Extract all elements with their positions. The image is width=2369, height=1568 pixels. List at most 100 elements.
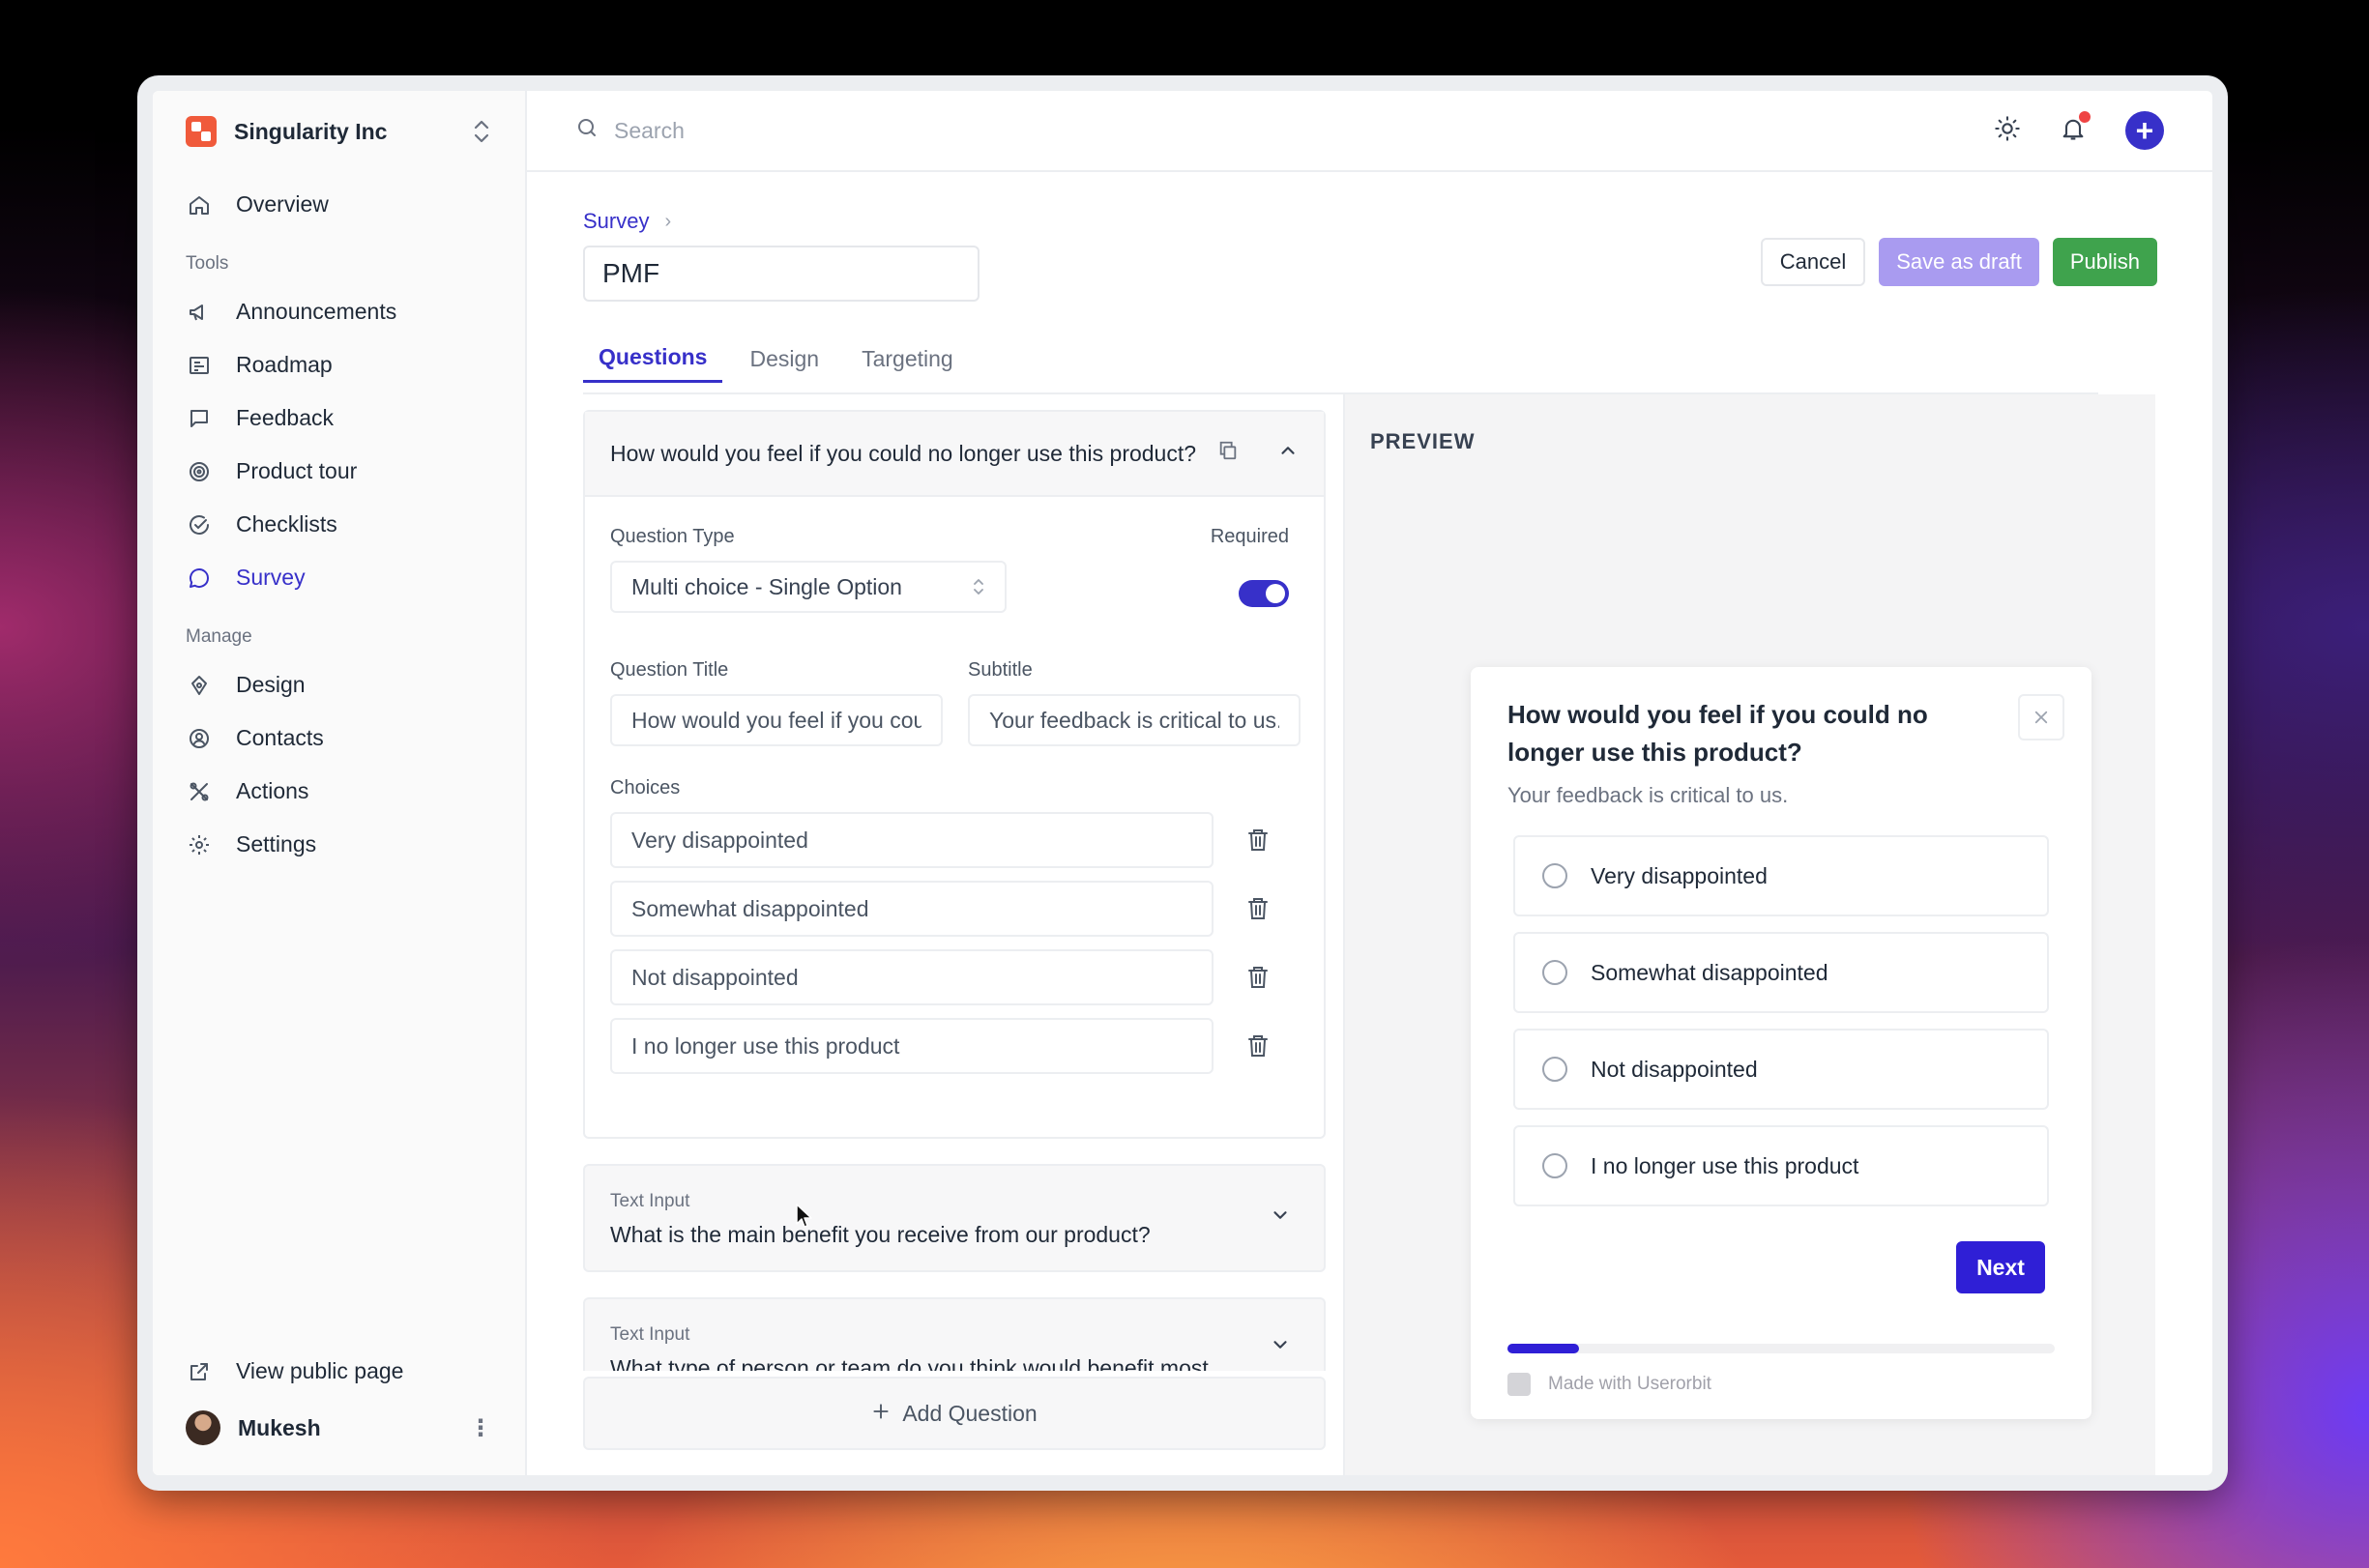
made-with-badge[interactable]: Made with Userorbit: [1507, 1373, 1711, 1396]
breadcrumb-survey-link[interactable]: Survey: [583, 209, 649, 234]
actions-icon: [186, 778, 213, 805]
trash-icon[interactable]: [1246, 1033, 1270, 1063]
sidebar-item-label: Feedback: [236, 405, 335, 430]
survey-option[interactable]: Not disappointed: [1513, 1029, 2049, 1110]
home-icon: [186, 191, 213, 218]
choice-input[interactable]: [610, 949, 1214, 1005]
app-window: Singularity Inc Overview Tools Announcem…: [137, 75, 2228, 1491]
trash-icon[interactable]: [1246, 896, 1270, 926]
question-card-collapsed[interactable]: Text Input What is the main benefit you …: [583, 1164, 1326, 1272]
made-with-text: Made with Userorbit: [1548, 1374, 1711, 1394]
sidebar-item-contacts[interactable]: Contacts: [186, 711, 525, 765]
sidebar-item-settings[interactable]: Settings: [186, 818, 525, 871]
radio-button[interactable]: [1542, 1057, 1567, 1082]
survey-title-input[interactable]: [583, 246, 980, 302]
radio-button[interactable]: [1542, 960, 1567, 985]
main-area: + Survey › Cancel Save as draft Publish …: [527, 91, 2212, 1475]
next-button[interactable]: Next: [1956, 1241, 2045, 1293]
survey-option-label: Not disappointed: [1591, 1056, 1758, 1082]
choice-input[interactable]: [610, 881, 1214, 937]
chat-icon: [186, 565, 213, 592]
org-switcher[interactable]: Singularity Inc: [186, 91, 525, 172]
message-icon: [186, 405, 213, 432]
paint-icon: [186, 672, 213, 699]
user-menu[interactable]: Mukesh ⋮: [186, 1398, 492, 1458]
question-title-text: What is the main benefit you receive fro…: [610, 1222, 1151, 1247]
radio-button[interactable]: [1542, 863, 1567, 888]
chevron-down-icon[interactable]: [1270, 1205, 1291, 1231]
sidebar-item-label: Product tour: [236, 458, 358, 483]
sidebar: Singularity Inc Overview Tools Announcem…: [153, 91, 527, 1475]
external-link-icon: [186, 1358, 213, 1385]
sidebar-item-roadmap[interactable]: Roadmap: [186, 338, 525, 392]
search-input[interactable]: [614, 117, 1194, 144]
sidebar-item-actions[interactable]: Actions: [186, 765, 525, 818]
tab-targeting[interactable]: Targeting: [846, 334, 969, 383]
chevron-updown-icon: [474, 120, 489, 143]
bell-icon[interactable]: [2060, 110, 2091, 147]
sun-icon[interactable]: [1994, 115, 2021, 147]
question-type-tag: Text Input: [610, 1324, 690, 1345]
question-title-input[interactable]: [610, 694, 943, 746]
survey-progress-bar: [1507, 1344, 2055, 1353]
notification-dot: [2079, 110, 2091, 123]
radio-button[interactable]: [1542, 1153, 1567, 1178]
breadcrumb: Survey ›: [583, 209, 671, 234]
view-public-page-label: View public page: [236, 1358, 404, 1383]
roadmap-icon: [186, 352, 213, 379]
close-icon[interactable]: [2018, 694, 2064, 740]
sidebar-item-design[interactable]: Design: [186, 658, 525, 711]
chevron-right-icon: ›: [664, 210, 672, 232]
survey-option-label: Very disappointed: [1591, 862, 1768, 888]
topbar: +: [527, 91, 2212, 172]
survey-option[interactable]: Somewhat disappointed: [1513, 932, 2049, 1013]
add-question-button[interactable]: Add Question: [583, 1377, 1326, 1450]
sidebar-item-checklists[interactable]: Checklists: [186, 498, 525, 551]
sidebar-footer: View public page Mukesh ⋮: [186, 1345, 492, 1458]
chevron-up-icon[interactable]: [1277, 440, 1299, 467]
create-new-button[interactable]: +: [2125, 111, 2164, 150]
view-public-page-link[interactable]: View public page: [186, 1345, 492, 1398]
check-circle-icon: [186, 511, 213, 538]
tabs: Questions Design Targeting: [583, 334, 980, 383]
survey-option-label: Somewhat disappointed: [1591, 959, 1828, 985]
sidebar-item-label: Survey: [236, 565, 306, 590]
question-title-text: What type of person or team do you think…: [610, 1355, 1209, 1371]
tab-design[interactable]: Design: [734, 334, 834, 383]
question-card-header[interactable]: How would you feel if you could no longe…: [585, 412, 1324, 497]
survey-progress-fill: [1507, 1344, 1579, 1353]
chevron-updown-icon: [974, 579, 983, 595]
choice-input[interactable]: [610, 1018, 1214, 1074]
copy-icon[interactable]: [1217, 440, 1239, 467]
app: Singularity Inc Overview Tools Announcem…: [153, 91, 2212, 1475]
topbar-actions: +: [1994, 110, 2164, 150]
more-vertical-icon[interactable]: ⋮: [469, 1414, 492, 1442]
survey-option[interactable]: Very disappointed: [1513, 835, 2049, 916]
tab-questions[interactable]: Questions: [583, 334, 723, 383]
trash-icon[interactable]: [1246, 965, 1270, 995]
sidebar-item-label: Roadmap: [236, 352, 333, 377]
survey-option[interactable]: I no longer use this product: [1513, 1125, 2049, 1206]
sidebar-item-label: Actions: [236, 778, 309, 803]
preview-label: PREVIEW: [1370, 429, 1476, 453]
save-as-draft-button[interactable]: Save as draft: [1879, 238, 2039, 286]
subtitle-input[interactable]: [968, 694, 1301, 746]
sidebar-item-product-tour[interactable]: Product tour: [186, 445, 525, 498]
publish-button[interactable]: Publish: [2052, 238, 2157, 286]
question-card-collapsed[interactable]: Text Input What type of person or team d…: [583, 1297, 1326, 1371]
required-toggle[interactable]: [1239, 580, 1289, 607]
sidebar-item-survey[interactable]: Survey: [186, 551, 525, 604]
chevron-down-icon[interactable]: [1270, 1334, 1291, 1360]
cancel-button[interactable]: Cancel: [1760, 238, 1866, 286]
sidebar-item-overview[interactable]: Overview: [186, 178, 525, 231]
sidebar-item-feedback[interactable]: Feedback: [186, 392, 525, 445]
choice-input[interactable]: [610, 812, 1214, 868]
survey-preview-card: How would you feel if you could no longe…: [1471, 667, 2091, 1419]
question-type-tag: Text Input: [610, 1191, 690, 1211]
question-type-select[interactable]: Multi choice - Single Option: [610, 561, 1007, 613]
sidebar-item-announcements[interactable]: Announcements: [186, 285, 525, 338]
trash-icon[interactable]: [1246, 828, 1270, 857]
subtitle-label: Subtitle: [968, 659, 1033, 681]
search-bar: [575, 116, 1994, 145]
sidebar-item-label: Checklists: [236, 511, 337, 537]
